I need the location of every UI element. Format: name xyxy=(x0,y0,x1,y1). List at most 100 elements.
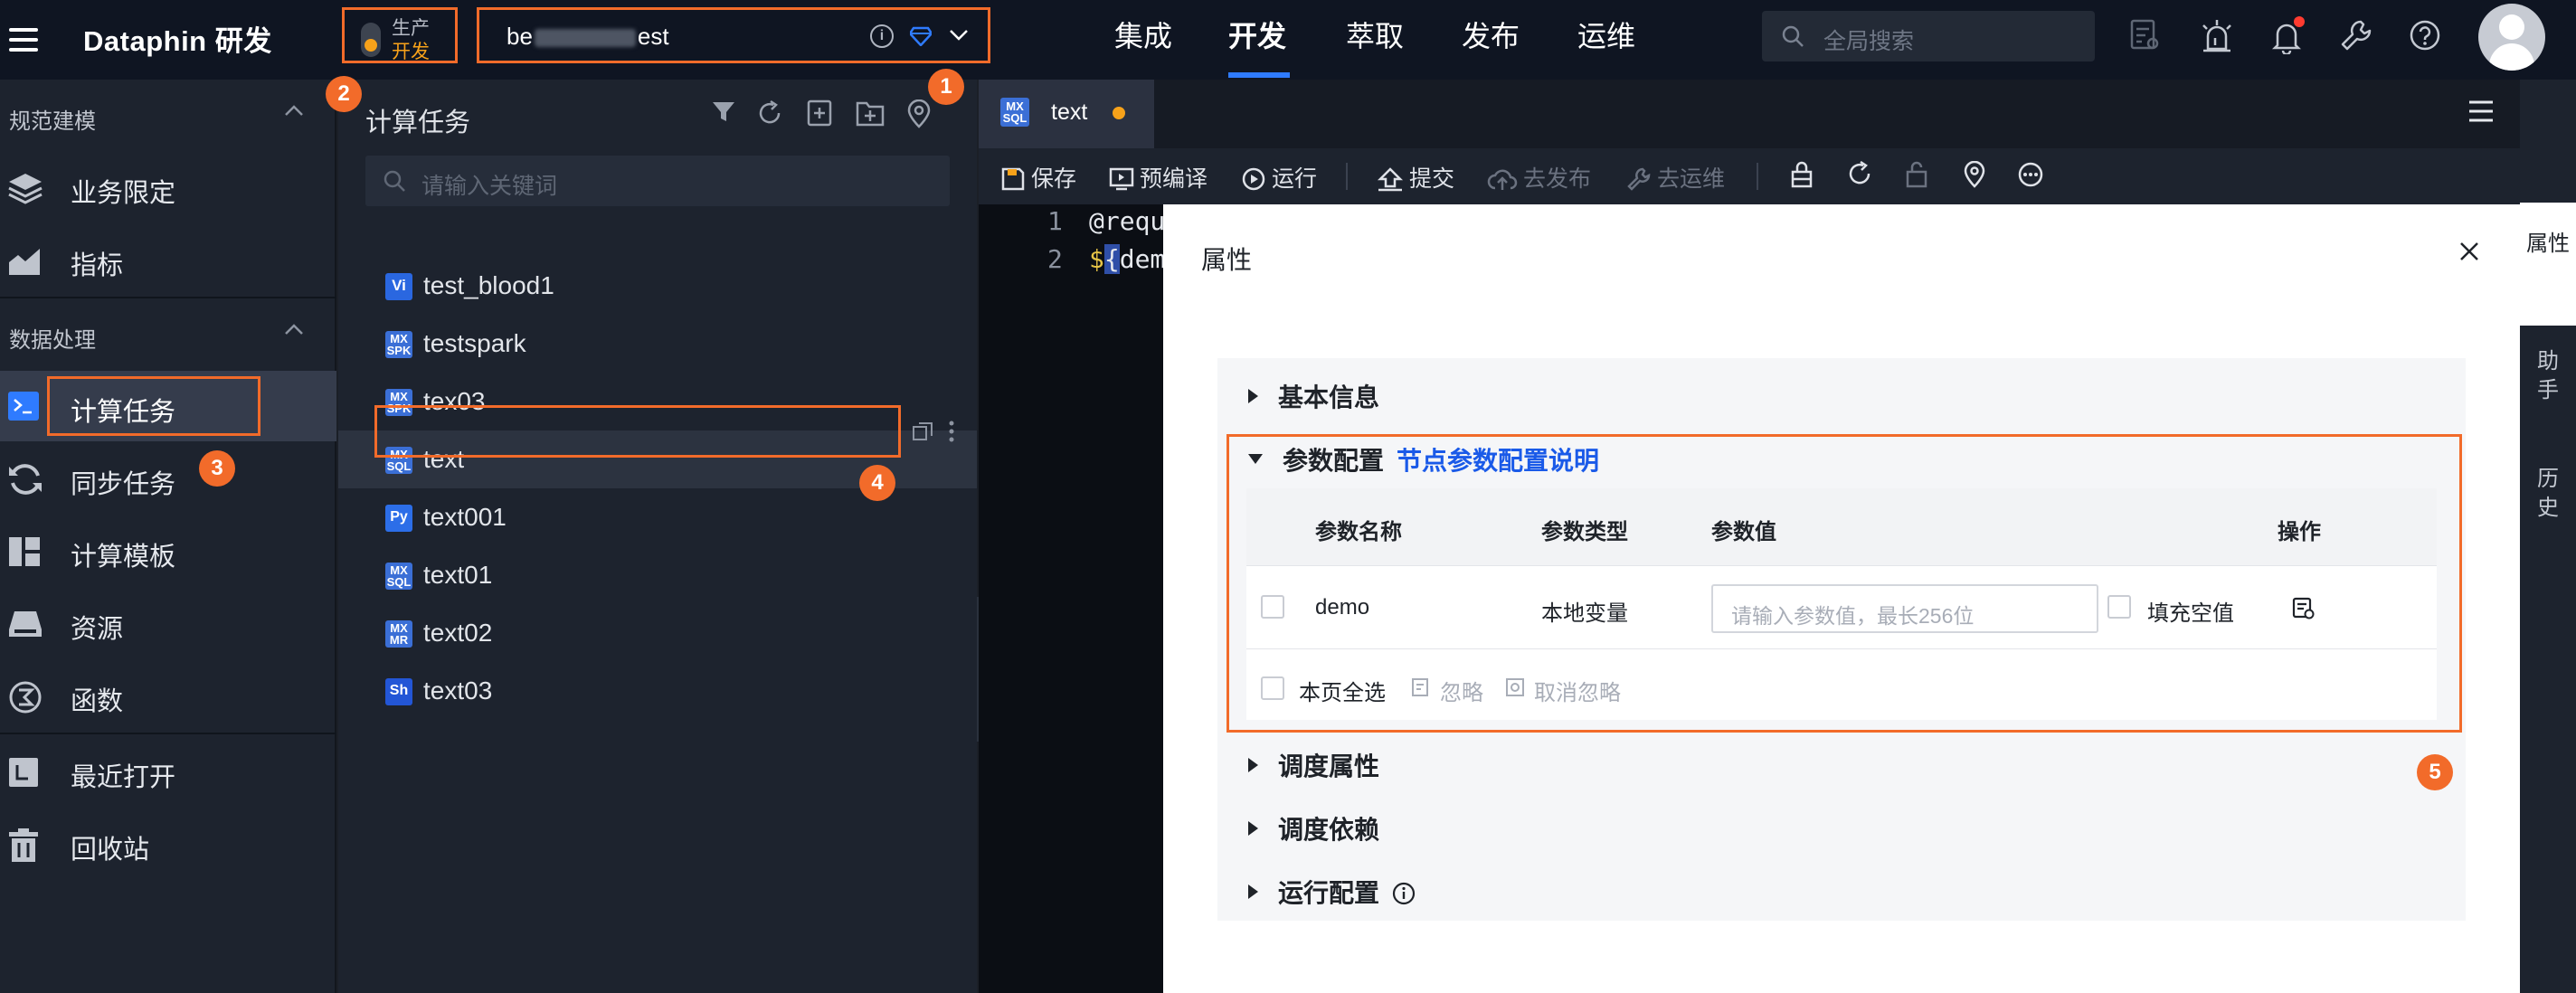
nav-extraction[interactable]: 萃取 xyxy=(1346,0,1404,80)
help-icon[interactable] xyxy=(2408,18,2442,52)
open-in-new-icon[interactable] xyxy=(912,421,933,441)
section-run-config[interactable]: 运行配置 xyxy=(1248,874,1416,910)
collapse-caret-icon[interactable] xyxy=(284,322,304,336)
rail-tab-history[interactable]: 历史 xyxy=(2520,465,2576,523)
submit-button[interactable]: 提交 xyxy=(1377,161,1454,194)
go-publish-button[interactable]: 去发布 xyxy=(1487,161,1591,194)
env-toggle-icon[interactable] xyxy=(361,23,381,57)
close-icon[interactable] xyxy=(2458,241,2480,262)
new-folder-icon[interactable] xyxy=(856,99,885,127)
lock-group-icon[interactable] xyxy=(1789,161,1814,188)
go-operations-button[interactable]: 去运维 xyxy=(1626,161,1725,194)
redacted-text xyxy=(534,29,636,48)
env-dev-label[interactable]: 开发 xyxy=(392,37,430,64)
divider xyxy=(0,733,336,734)
nav-item-business-limit[interactable]: 业务限定 xyxy=(0,152,336,222)
trash-icon xyxy=(9,828,38,862)
code-line-1[interactable]: @requ xyxy=(1089,206,1165,236)
active-nav-indicator xyxy=(1228,72,1290,78)
unsaved-dot xyxy=(1113,107,1125,119)
nav-item-sync-task[interactable]: 同步任务 xyxy=(0,443,336,514)
callout-3: 3 xyxy=(199,450,235,487)
menu-icon[interactable] xyxy=(9,18,38,61)
task-search-input[interactable]: 请输入关键词 xyxy=(365,156,950,206)
fill-empty-checkbox[interactable] xyxy=(2107,595,2131,619)
nav-item-resources[interactable]: 资源 xyxy=(0,588,336,658)
callout-4: 4 xyxy=(859,465,895,501)
editor-tab-text[interactable]: MX SQL text xyxy=(979,80,1154,148)
toolbar-divider xyxy=(1757,163,1758,190)
line-number: 2 xyxy=(1047,244,1063,274)
project-selector[interactable]: be est i xyxy=(477,7,990,63)
code-line-2[interactable]: ${dem xyxy=(1089,244,1165,274)
location-icon[interactable] xyxy=(1963,161,1986,188)
select-all-checkbox[interactable] xyxy=(1261,676,1284,700)
param-name: demo xyxy=(1315,595,1370,619)
global-search[interactable]: 全局搜索 xyxy=(1762,11,2095,61)
play-icon xyxy=(1242,167,1265,191)
ignore-button[interactable]: 忽略 xyxy=(1440,675,1483,706)
unignore-button[interactable]: 取消忽略 xyxy=(1534,675,1621,706)
report-icon[interactable] xyxy=(2129,18,2160,52)
wrench-icon[interactable] xyxy=(2339,18,2373,52)
nav-operations[interactable]: 运维 xyxy=(1577,0,1635,80)
precompile-icon xyxy=(1109,167,1134,191)
param-value-input[interactable]: 请输入参数值，最长256位 xyxy=(1711,584,2098,633)
nav-integration[interactable]: 集成 xyxy=(1114,0,1172,80)
refresh-icon[interactable] xyxy=(756,99,783,127)
section-schedule-props[interactable]: 调度属性 xyxy=(1248,747,1379,783)
save-button[interactable]: 保存 xyxy=(1000,161,1076,194)
info-icon[interactable] xyxy=(1392,882,1416,905)
file-item-text01[interactable]: MX SQL text01 xyxy=(338,546,977,604)
top-bar: Dataphin 研发 生产 开发 be est i 集成 开发 萃取 发布 运维… xyxy=(0,0,2576,80)
more-horizontal-icon[interactable] xyxy=(2017,161,2044,188)
editor-toolbar: 保存 预编译 运行 提交 去发布 去运维 xyxy=(979,148,2520,204)
file-item-test-blood1[interactable]: Vi test_blood1 xyxy=(338,257,977,315)
wrench-icon xyxy=(1627,167,1651,191)
nav-item-recent[interactable]: 最近打开 xyxy=(0,736,336,807)
row-checkbox[interactable] xyxy=(1261,595,1284,619)
file-item-text03[interactable]: Sh text03 xyxy=(338,662,977,720)
nav-publish[interactable]: 发布 xyxy=(1462,0,1520,80)
unlock-icon[interactable] xyxy=(1905,161,1928,188)
project-name: be est xyxy=(507,23,669,50)
section-basic-info[interactable]: 基本信息 xyxy=(1248,378,1379,414)
group-data-processing: 数据处理 xyxy=(9,328,96,353)
chevron-down-icon[interactable] xyxy=(948,24,970,46)
search-icon xyxy=(1782,25,1804,47)
table-footer: 本页全选 忽略 取消忽略 xyxy=(1246,651,2437,720)
file-item-text02[interactable]: MX MR text02 xyxy=(338,604,977,662)
precompile-button[interactable]: 预编译 xyxy=(1109,161,1208,194)
nav-development[interactable]: 开发 xyxy=(1228,0,1286,80)
panel-title: 计算任务 xyxy=(365,109,471,137)
callout-5: 5 xyxy=(2417,754,2453,790)
rail-tab-assistant[interactable]: 助手 xyxy=(2520,347,2576,405)
filter-icon[interactable] xyxy=(711,99,736,125)
search-placeholder: 全局搜索 xyxy=(1823,29,1915,54)
list-menu-icon[interactable] xyxy=(2467,99,2495,123)
more-vertical-icon[interactable] xyxy=(948,420,955,443)
refresh-icon[interactable] xyxy=(1847,161,1872,186)
alarm-icon[interactable] xyxy=(2200,18,2234,54)
new-file-icon[interactable] xyxy=(807,99,832,127)
environment-switch[interactable]: 生产 开发 xyxy=(342,7,458,63)
location-icon[interactable] xyxy=(906,99,932,128)
nav-item-compute-template[interactable]: 计算模板 xyxy=(0,515,336,586)
rail-tab-properties[interactable]: 属性 xyxy=(2520,203,2576,326)
info-icon[interactable]: i xyxy=(870,24,894,48)
run-button[interactable]: 运行 xyxy=(1241,161,1317,194)
user-avatar[interactable] xyxy=(2478,4,2545,71)
file-item-testspark[interactable]: MX SPK testspark xyxy=(338,315,977,373)
collapse-caret-icon[interactable] xyxy=(284,103,304,118)
nav-item-functions[interactable]: 函数 xyxy=(0,660,336,731)
param-table: 参数名称 参数类型 参数值 操作 demo 本地变量 请输入参数值，最长256位… xyxy=(1246,488,2437,720)
line-number: 1 xyxy=(1047,206,1063,236)
highlight-compute-task xyxy=(47,376,260,436)
expand-caret-icon xyxy=(1248,821,1258,836)
nav-item-metrics[interactable]: 指标 xyxy=(0,224,336,295)
highlight-selected-file xyxy=(374,405,901,458)
nav-item-recycle-bin[interactable]: 回收站 xyxy=(0,809,336,879)
edit-doc-icon[interactable] xyxy=(2292,597,2316,620)
section-schedule-deps[interactable]: 调度依赖 xyxy=(1248,810,1379,846)
drawer-title: 属性 xyxy=(1201,246,1253,274)
